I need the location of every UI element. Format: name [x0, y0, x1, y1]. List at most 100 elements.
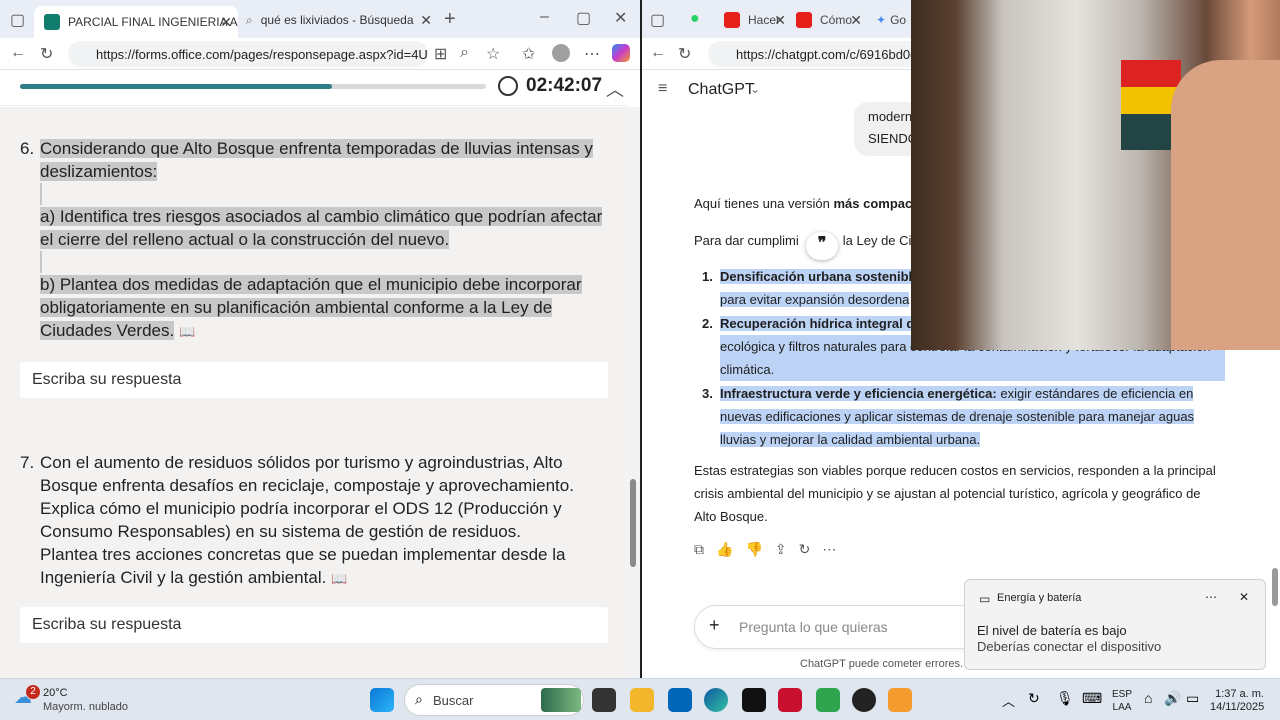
apps-icon[interactable]: ⊞ — [434, 44, 447, 64]
question-number: 7. — [20, 453, 35, 472]
weather-badge: 2 — [26, 685, 40, 699]
model-chevron-icon[interactable]: ⌄ — [750, 82, 760, 96]
question-7-text-3: Plantea tres acciones concretas que se p… — [40, 545, 566, 587]
weather-widget[interactable]: ☁ 2 — [14, 685, 40, 713]
question-6-part-a: a) Identifica tres riesgos asociados al … — [40, 207, 603, 249]
url-field[interactable]: https://forms.office.com/pages/responsep… — [68, 41, 428, 67]
store-icon[interactable] — [668, 688, 692, 712]
taskbar: ☁ 2 20°C Mayorm. nublado ⌕ Buscar ︿ ↻ 🎙 … — [0, 678, 1280, 720]
form-content: 6. Considerando que Alto Bosque enfrenta… — [0, 107, 626, 678]
battery-tray-icon[interactable]: ▭ — [1186, 690, 1199, 707]
regenerate-icon[interactable]: ↻ — [799, 538, 811, 561]
left-tab-bar: ▢ PARCIAL FINAL INGENIERIA AMB ✕ ⌕ qué e… — [0, 0, 640, 38]
timer-value: 02:42:07 — [526, 75, 603, 96]
notification-close-icon[interactable]: ✕ — [1239, 590, 1249, 604]
close-tab-icon[interactable]: ✕ — [850, 12, 862, 29]
taskbar-search[interactable]: ⌕ Buscar — [404, 684, 584, 716]
tab-label: Go — [890, 13, 907, 27]
weather-condition: Mayorm. nublado — [43, 701, 128, 713]
refresh-icon[interactable]: ↻ — [40, 44, 53, 64]
language-indicator[interactable]: ESP LAA — [1112, 688, 1132, 714]
item-body: para evitar expansión desordena — [720, 292, 910, 307]
app-icon-3[interactable] — [852, 688, 876, 712]
volume-icon[interactable]: 🔊 — [1164, 690, 1181, 707]
clock[interactable]: 1:37 a. m. 14/11/2025 — [1210, 688, 1264, 714]
sidebar-toggle-icon[interactable]: ≡ — [658, 80, 667, 98]
question-6-intro: Considerando que Alto Bosque enfrenta te… — [40, 139, 593, 181]
url-field[interactable]: https://chatgpt.com/c/6916bd0c-f — [708, 41, 928, 67]
composer-placeholder[interactable]: Pregunta lo que quieras — [739, 616, 888, 639]
task-view-icon[interactable] — [592, 688, 616, 712]
chat-scrollbar-thumb[interactable] — [1272, 568, 1278, 606]
zoom-icon[interactable]: ⌕ — [460, 44, 469, 62]
para-start: Para dar cumplimi — [694, 233, 799, 248]
network-icon[interactable]: ⌂ — [1144, 690, 1152, 706]
favorite-star-icon[interactable]: ☆ — [486, 44, 500, 64]
search-highlight-icon — [541, 688, 581, 712]
share-icon[interactable]: ⇪ — [775, 538, 787, 561]
message-actions: ⧉ 👍 👎 ⇪ ↻ ⋯ — [694, 538, 836, 561]
tab-label: Cómo — [820, 13, 853, 27]
back-icon[interactable]: ← — [10, 44, 26, 62]
item-number: 3. — [702, 386, 713, 401]
battery-icon: ▭ — [979, 592, 991, 606]
tiktok-icon[interactable] — [742, 688, 766, 712]
tab-search[interactable]: ⌕ qué es lixiviados - Búsqueda ✕ — [238, 6, 438, 34]
maximize-icon[interactable]: ▢ — [576, 8, 591, 28]
favorites-icon[interactable]: ✩ — [522, 44, 535, 64]
tab-youtube-1[interactable]: Hacer ✕ — [720, 6, 792, 34]
form-scrollbar[interactable] — [626, 107, 640, 678]
tab-gemini[interactable]: ✦ Go — [872, 6, 912, 34]
back-icon[interactable]: ← — [650, 44, 666, 62]
battery-notification[interactable]: ▭ Energía y batería ⋯ ✕ El nivel de bate… — [964, 579, 1266, 670]
close-tab-icon[interactable]: ✕ — [220, 14, 232, 31]
refresh-icon[interactable]: ↻ — [678, 44, 691, 64]
immersive-reader-icon[interactable]: 📖 — [179, 324, 195, 339]
left-address-bar: ← ↻ https://forms.office.com/pages/respo… — [0, 38, 640, 70]
answer-field-6[interactable]: Escriba su respuesta — [20, 362, 608, 398]
close-tab-icon[interactable]: ✕ — [774, 12, 786, 29]
notification-more-icon[interactable]: ⋯ — [1205, 590, 1217, 604]
quote-button-icon[interactable]: ❞ — [806, 232, 838, 260]
close-tab-icon[interactable]: ✕ — [420, 12, 432, 29]
tab-form[interactable]: PARCIAL FINAL INGENIERIA AMB ✕ — [34, 6, 238, 38]
edge-icon[interactable] — [704, 688, 728, 712]
app-icon[interactable] — [778, 688, 802, 712]
copy-icon[interactable]: ⧉ — [694, 538, 704, 561]
profile-avatar[interactable] — [552, 44, 570, 62]
collapse-chevron-icon[interactable]: ︿ — [606, 76, 624, 102]
more-actions-icon[interactable]: ⋯ — [822, 538, 836, 561]
progress-track — [20, 84, 486, 89]
item-number: 1. — [702, 269, 713, 284]
new-tab-icon[interactable]: + — [444, 8, 456, 31]
app-icon-2[interactable] — [816, 688, 840, 712]
file-explorer-icon[interactable] — [630, 688, 654, 712]
minimize-icon[interactable]: – — [540, 8, 549, 26]
copilot-icon[interactable] — [612, 44, 630, 62]
windows-start-icon[interactable] — [370, 688, 394, 712]
tab-actions-icon[interactable]: ▢ — [650, 10, 665, 30]
para-end: la Ley de Ci — [842, 233, 912, 248]
tab-youtube-2[interactable]: Cómo ✕ — [792, 6, 868, 34]
more-menu-icon[interactable]: ⋯ — [584, 44, 600, 64]
sync-icon[interactable]: ↻ — [1028, 690, 1040, 707]
answer-field-7[interactable]: Escriba su respuesta — [20, 607, 608, 643]
search-icon: ⌕ — [415, 691, 423, 707]
immersive-reader-icon[interactable]: 📖 — [331, 571, 347, 586]
whatsapp-tab-icon[interactable]: ● — [690, 10, 700, 28]
microphone-icon[interactable]: 🎙 — [1056, 690, 1074, 707]
tab-label: qué es lixiviados - Búsqueda — [260, 13, 414, 27]
tray-chevron-icon[interactable]: ︿ — [1002, 691, 1015, 710]
tray-app-icon[interactable]: ⌨ — [1082, 690, 1102, 707]
close-window-icon[interactable]: ✕ — [614, 8, 627, 28]
weather-temp: 20°C — [43, 687, 68, 699]
attach-plus-icon[interactable]: + — [709, 614, 720, 637]
timer-icon — [498, 76, 518, 96]
question-6: 6. Considerando que Alto Bosque enfrenta… — [20, 137, 610, 343]
thumbs-down-icon[interactable]: 👎 — [745, 538, 762, 561]
tab-actions-icon[interactable]: ▢ — [10, 10, 25, 30]
thumbs-up-icon[interactable]: 👍 — [716, 538, 733, 561]
app-icon-4[interactable] — [888, 688, 912, 712]
scrollbar-thumb[interactable] — [630, 479, 636, 567]
app-title[interactable]: ChatGPT — [688, 81, 755, 99]
